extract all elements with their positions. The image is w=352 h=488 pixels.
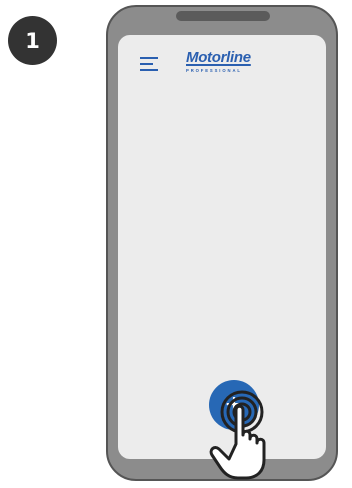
brand-name: Motorline <box>186 49 251 66</box>
hamburger-menu-icon[interactable] <box>140 57 158 71</box>
tap-hand-icon <box>209 390 266 480</box>
brand-logo: Motorline PROFESSIONAL <box>186 50 286 80</box>
step-number-badge: 1 <box>8 16 57 65</box>
phone-speaker <box>176 11 270 21</box>
brand-tagline: PROFESSIONAL <box>186 68 242 73</box>
step-number: 1 <box>25 28 40 53</box>
